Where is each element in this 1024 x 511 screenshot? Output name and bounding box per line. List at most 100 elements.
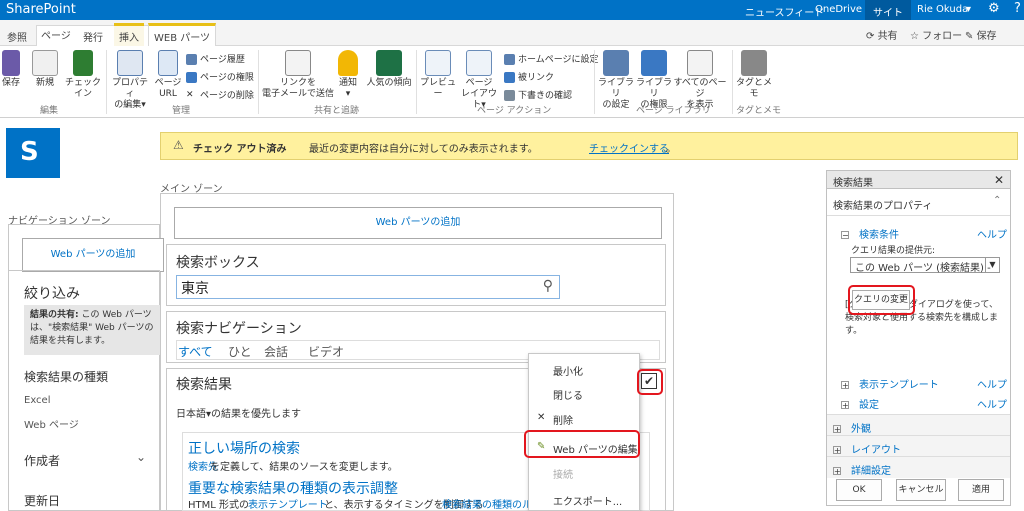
search-icon[interactable]: ⚲	[543, 278, 553, 294]
result-2-title[interactable]: 重要な検索結果の種類の表示調整	[188, 478, 398, 498]
save-button[interactable]: 保存	[0, 50, 22, 89]
help-link-settings[interactable]: ヘルプ	[977, 396, 1007, 411]
section-layout[interactable]: + レイアウト	[827, 435, 1010, 457]
display-templates-toggle[interactable]: + 表示テンプレート	[841, 376, 939, 391]
save-icon	[2, 50, 20, 76]
suite-bar: SharePoint ニュースフィード OneDrive サイト Rie Oku…	[0, 0, 1024, 20]
group-page-actions: ページ アクション	[477, 106, 552, 116]
checkin-button[interactable]: チェックイン	[62, 50, 104, 100]
close-icon[interactable]: ✕	[994, 173, 1004, 187]
page-url-button[interactable]: ページ URL	[154, 50, 182, 100]
group-tags: タグとメモ	[736, 106, 782, 116]
chevron-down-icon[interactable]: ⌄	[136, 450, 146, 464]
highlight-checkbox	[637, 369, 663, 395]
preview-button[interactable]: プレビュー	[418, 50, 458, 100]
alert-button[interactable]: 通知 ▾	[334, 50, 362, 100]
page-permissions-button[interactable]: ページの権限	[186, 70, 254, 83]
results-title: 検索結果	[176, 377, 232, 393]
menu-minimize[interactable]: 最小化	[529, 358, 641, 380]
library-permissions-button[interactable]: ライブラリ の権限	[636, 50, 672, 111]
history-icon	[186, 54, 197, 65]
people-icon	[641, 50, 667, 76]
sharepoint-logo[interactable]: S	[6, 128, 60, 178]
group-edit: 編集	[40, 106, 59, 116]
sites-link[interactable]: サイト	[873, 4, 903, 19]
email-link-button[interactable]: リンクを 電子メールで送信	[262, 50, 334, 100]
search-query: 東京	[181, 281, 209, 297]
section-advanced[interactable]: + 詳細設定	[827, 456, 1010, 478]
display-template-link[interactable]: 表示テンプレート	[248, 496, 328, 511]
library-settings-button[interactable]: ライブラリ の設定	[598, 50, 634, 111]
search-input[interactable]: 東京 ⚲	[176, 275, 560, 299]
language-preference[interactable]: 日本語▾の結果を優先します	[176, 405, 301, 420]
checkin-icon	[73, 50, 93, 76]
new-button[interactable]: 新規	[30, 50, 60, 89]
facet-author[interactable]: 作成者	[24, 452, 60, 469]
highlight-edit-web-part	[524, 430, 640, 458]
properties-icon	[117, 50, 143, 76]
help-link-criteria[interactable]: ヘルプ	[977, 226, 1007, 241]
searchnav-title: 検索ナビゲーション	[176, 321, 302, 337]
share-button[interactable]: ⟳ 共有	[866, 27, 898, 42]
result-1-title[interactable]: 正しい場所の検索	[188, 438, 300, 458]
tags-notes-button[interactable]: タグとメモ	[734, 50, 774, 100]
facet-webpage[interactable]: Web ページ	[24, 416, 79, 431]
apply-button[interactable]: 適用	[958, 479, 1004, 501]
add-web-part-main[interactable]: Web パーツの追加	[174, 207, 662, 239]
search-criteria-toggle[interactable]: − 検索条件	[841, 226, 899, 241]
gear-icon[interactable]: ⚙	[988, 1, 1000, 16]
tab-publish[interactable]: 発行	[78, 26, 108, 46]
incoming-links-button[interactable]: 被リンク	[504, 70, 554, 83]
refinement-title: 絞り込み	[24, 286, 80, 302]
facet-excel[interactable]: Excel	[24, 395, 51, 406]
library-settings-icon	[603, 50, 629, 76]
menu-export[interactable]: エクスポート...	[529, 488, 641, 510]
facet-modified[interactable]: 更新日	[24, 492, 60, 509]
collapse-icon[interactable]: ⌃	[993, 195, 1001, 206]
email-icon	[285, 50, 311, 76]
section-appearance[interactable]: + 外観	[827, 414, 1010, 436]
add-web-part-nav[interactable]: Web パーツの追加	[22, 238, 164, 272]
user-caret-icon[interactable]: ▾	[966, 4, 971, 15]
page-layout-icon	[466, 50, 492, 76]
checkin-link[interactable]: チェックインする	[589, 140, 669, 155]
help-link-display[interactable]: ヘルプ	[977, 376, 1007, 391]
popularity-button[interactable]: 人気の傾向	[364, 50, 414, 89]
onedrive-link[interactable]: OneDrive	[815, 4, 862, 15]
tab-insert[interactable]: 挿入	[114, 23, 144, 47]
delete-page-button[interactable]: ✕ ページの削除	[186, 88, 254, 101]
tool-pane: 検索結果 ✕ 検索結果のプロパティ ⌃ − 検索条件 ヘルプ クエリ結果の提供元: …	[826, 170, 1011, 506]
menu-delete[interactable]: ✕ 削除	[529, 407, 641, 429]
view-all-pages-button[interactable]: すべてのページ を表示	[672, 50, 728, 111]
edit-properties-button[interactable]: プロパティ の編集▾	[108, 50, 152, 111]
newsfeed-link[interactable]: ニュースフィード	[745, 4, 824, 19]
query-provider-select[interactable]: この Web パーツ (検索結果) - ▼	[850, 257, 1000, 274]
result-type-rule-link[interactable]: 検索結果の種類のル	[442, 496, 528, 511]
set-homepage-button[interactable]: ホームページに設定	[504, 52, 599, 65]
notice-text: 最近の変更内容は自分に対してのみ表示されます。	[309, 144, 538, 155]
menu-close[interactable]: 閉じる	[529, 382, 641, 404]
brand-title[interactable]: SharePoint	[6, 2, 76, 17]
searchbox-title: 検索ボックス	[176, 255, 260, 271]
save-top-button[interactable]: ✎ 保存	[965, 27, 997, 42]
follow-button[interactable]: ☆ フォロー	[910, 27, 962, 42]
ok-button[interactable]: OK	[836, 479, 882, 501]
properties-header: 検索結果のプロパティ	[833, 201, 933, 212]
all-pages-icon	[687, 50, 713, 76]
group-page-library: ページ ライブラリ	[636, 106, 711, 116]
cancel-button[interactable]: キャンセル	[896, 479, 946, 501]
tab-browse[interactable]: 参照	[2, 26, 32, 46]
user-menu[interactable]: Rie Okuda	[917, 4, 968, 15]
delete-icon: ✕	[186, 90, 194, 100]
page-history-button[interactable]: ページ履歴	[186, 52, 245, 65]
settings-toggle[interactable]: + 設定	[841, 396, 879, 411]
notice-bold: チェック アウト済み	[193, 144, 287, 155]
group-manage: 管理	[172, 106, 191, 116]
link-icon	[504, 72, 515, 83]
help-icon[interactable]: ?	[1014, 1, 1021, 16]
check-drafts-button[interactable]: 下書きの確認	[504, 88, 572, 101]
tab-web-parts[interactable]: WEB パーツ	[148, 23, 217, 47]
tool-pane-title: 検索結果	[833, 178, 873, 189]
new-page-icon	[32, 50, 58, 76]
page-layout-button[interactable]: ページ レイアウト▾	[458, 50, 500, 111]
